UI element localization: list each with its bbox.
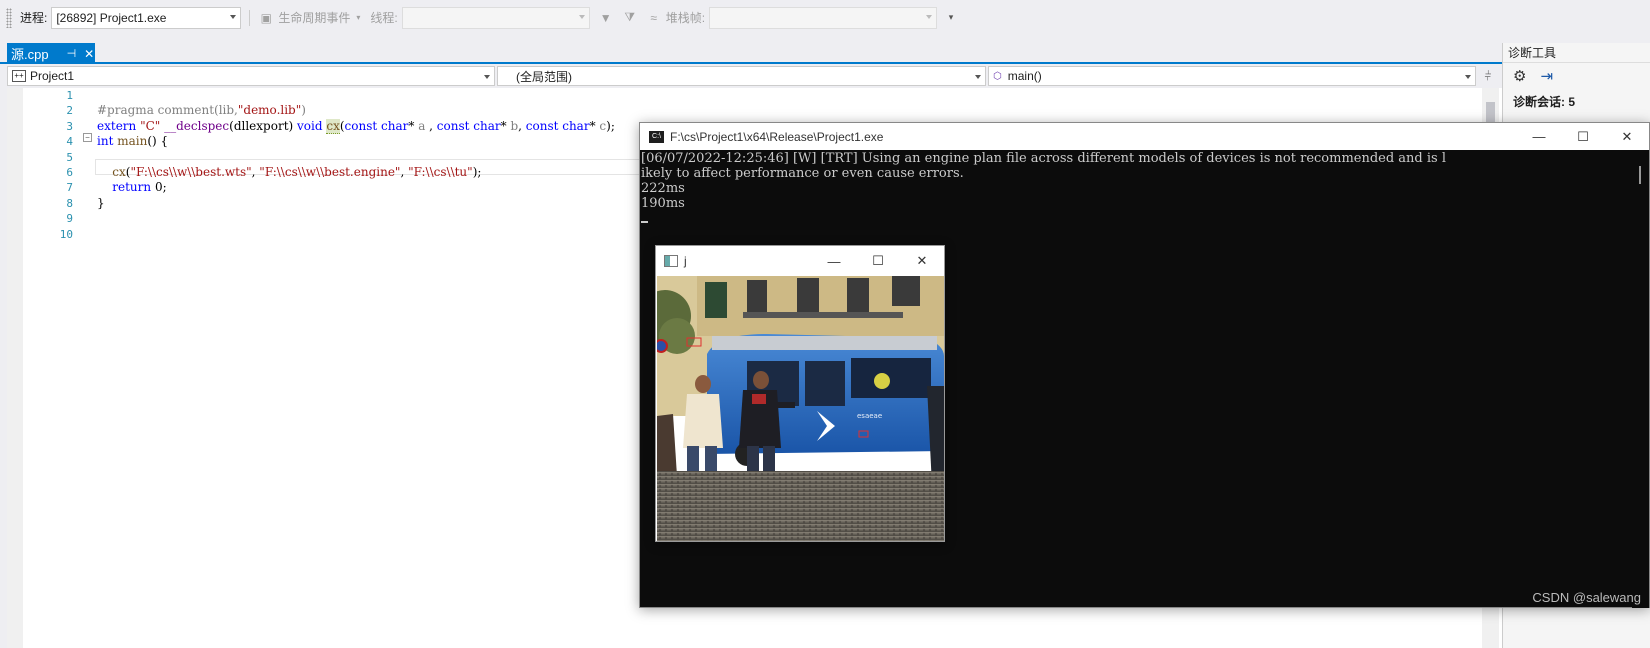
document-tab-strip: 源.cpp ⊣ ✕ ▼ ⚙: [0, 43, 1580, 64]
code-line: cx("F:\\cs\\w\\best.wts", "F:\\cs\\w\\be…: [97, 164, 482, 179]
debug-location-toolbar: 进程: [26892] Project1.exe ▣ 生命周期事件 ▾ 线程: …: [0, 0, 1650, 35]
console-line: 222ms: [641, 181, 685, 196]
diagnostic-tools-title: 诊断工具: [1503, 43, 1650, 63]
export-icon[interactable]: ⇥: [1540, 67, 1553, 85]
project-dropdown[interactable]: ++ Project1: [7, 66, 495, 86]
chevron-down-icon: [230, 14, 237, 19]
pin-icon[interactable]: ⊣: [67, 47, 77, 60]
lifecycle-dropdown-icon[interactable]: ▾: [354, 10, 362, 26]
svg-text:esaeae: esaeae: [857, 412, 882, 420]
text-cursor: [641, 221, 648, 223]
scope-name: (全局范围): [516, 69, 572, 84]
stackframe-dropdown[interactable]: [709, 6, 938, 29]
image-window-titlebar[interactable]: j — ☐ ✕: [656, 246, 944, 276]
line-number: 3: [66, 119, 73, 133]
thread-dropdown[interactable]: [401, 6, 590, 29]
code-line: #pragma comment(lib,"demo.lib"): [97, 103, 306, 118]
member-dropdown[interactable]: ⬡ main(): [988, 66, 1476, 86]
line-number: 6: [66, 165, 73, 179]
image-app-icon: [664, 255, 678, 267]
console-output: [06/07/2022-12:25:46] [W] [TRT] Using an…: [641, 151, 1553, 223]
tab-source-cpp[interactable]: 源.cpp ⊣ ✕: [7, 43, 95, 64]
close-icon[interactable]: ✕: [900, 246, 944, 276]
code-line: int main() {: [97, 134, 169, 149]
code-line: return 0;: [97, 180, 167, 195]
console-line: ikely to affect performance or even caus…: [641, 166, 964, 181]
watermark: CSDN @salewang: [1532, 590, 1641, 605]
lifecycle-events-icon[interactable]: ▣: [258, 10, 274, 26]
filter-icon[interactable]: ▼: [598, 10, 614, 26]
line-number: 8: [66, 196, 73, 210]
chevron-down-icon: [975, 75, 981, 79]
chevron-down-icon: [484, 75, 490, 79]
project-icon: ++: [12, 70, 26, 82]
project-name: Project1: [30, 69, 75, 83]
scrollbar-thumb[interactable]: [1639, 166, 1641, 184]
diagnostic-toolbar: ⚙ ⇥: [1503, 63, 1650, 89]
chevron-down-icon: [1465, 75, 1471, 79]
chevron-down-icon: [926, 14, 933, 19]
street-bus-photo: esaeae: [657, 276, 944, 541]
code-line: extern "C" __declspec(dllexport) void cx…: [97, 118, 615, 134]
navigation-bar: ++ Project1 (全局范围) ⬡ main() ⫩: [7, 66, 1580, 86]
toolbar-separator: [249, 9, 251, 26]
collapse-main-icon[interactable]: −: [83, 133, 92, 142]
maximize-icon[interactable]: ☐: [1561, 123, 1605, 150]
line-number-gutter: 1 2 3 4 5 6 7 8 9 10: [23, 88, 73, 242]
code-line: }: [97, 195, 105, 210]
console-app-icon: C:\: [649, 130, 664, 143]
thread-swap-icon[interactable]: ≈: [646, 10, 662, 26]
line-number: 4: [66, 135, 73, 149]
toolbar-overflow-icon[interactable]: ▾: [943, 10, 959, 26]
minimize-icon[interactable]: —: [1517, 123, 1561, 150]
process-dropdown[interactable]: [26892] Project1.exe: [51, 6, 242, 29]
process-label: 进程:: [20, 11, 48, 25]
console-line: 190ms: [641, 196, 685, 211]
line-number: 7: [66, 181, 73, 195]
diagnostic-session-label: 诊断会话: 5: [1513, 95, 1576, 109]
code-text: #pragma comment(lib,"demo.lib") extern "C…: [97, 88, 615, 242]
thread-label: 线程:: [370, 11, 398, 25]
console-window-buttons: — ☐ ✕: [1517, 123, 1649, 150]
line-number: 1: [66, 89, 73, 102]
line-number: 5: [66, 150, 73, 164]
image-window-buttons: — ☐ ✕: [812, 246, 944, 276]
console-title: F:\cs\Project1\x64\Release\Project1.exe: [670, 129, 884, 144]
image-window-title: j: [684, 254, 687, 268]
settings-gear-icon[interactable]: ⚙: [1513, 67, 1526, 85]
maximize-icon[interactable]: ☐: [856, 246, 900, 276]
split-editor-icon[interactable]: ⫩: [1478, 66, 1498, 86]
console-line: [06/07/2022-12:25:46] [W] [TRT] Using an…: [641, 151, 1447, 166]
toolbar-grip[interactable]: [6, 7, 12, 28]
function-cube-icon: ⬡: [993, 70, 1002, 82]
image-window[interactable]: j — ☐ ✕ esaeae: [655, 245, 945, 542]
close-icon[interactable]: ✕: [84, 47, 94, 61]
scope-dropdown[interactable]: (全局范围): [497, 66, 986, 86]
detection-result-image: esaeae: [657, 276, 944, 541]
selection-margin[interactable]: [7, 88, 23, 648]
lifecycle-events-label[interactable]: 生命周期事件: [278, 9, 350, 26]
console-scrollbar[interactable]: [1632, 150, 1649, 608]
tab-label: 源.cpp: [11, 47, 49, 62]
filter-flag-icon[interactable]: ⧩: [622, 10, 638, 26]
chevron-down-icon: [578, 14, 585, 19]
process-value: [26892] Project1.exe: [56, 10, 167, 25]
stackframe-label: 堆栈帧:: [665, 11, 706, 25]
console-titlebar[interactable]: C:\ F:\cs\Project1\x64\Release\Project1.…: [640, 123, 1649, 150]
line-number: 9: [66, 212, 73, 226]
member-name: main(): [1007, 69, 1042, 83]
line-number: 2: [66, 104, 73, 118]
line-number: 10: [59, 227, 73, 241]
minimize-icon[interactable]: —: [812, 246, 856, 276]
close-icon[interactable]: ✕: [1605, 123, 1649, 150]
